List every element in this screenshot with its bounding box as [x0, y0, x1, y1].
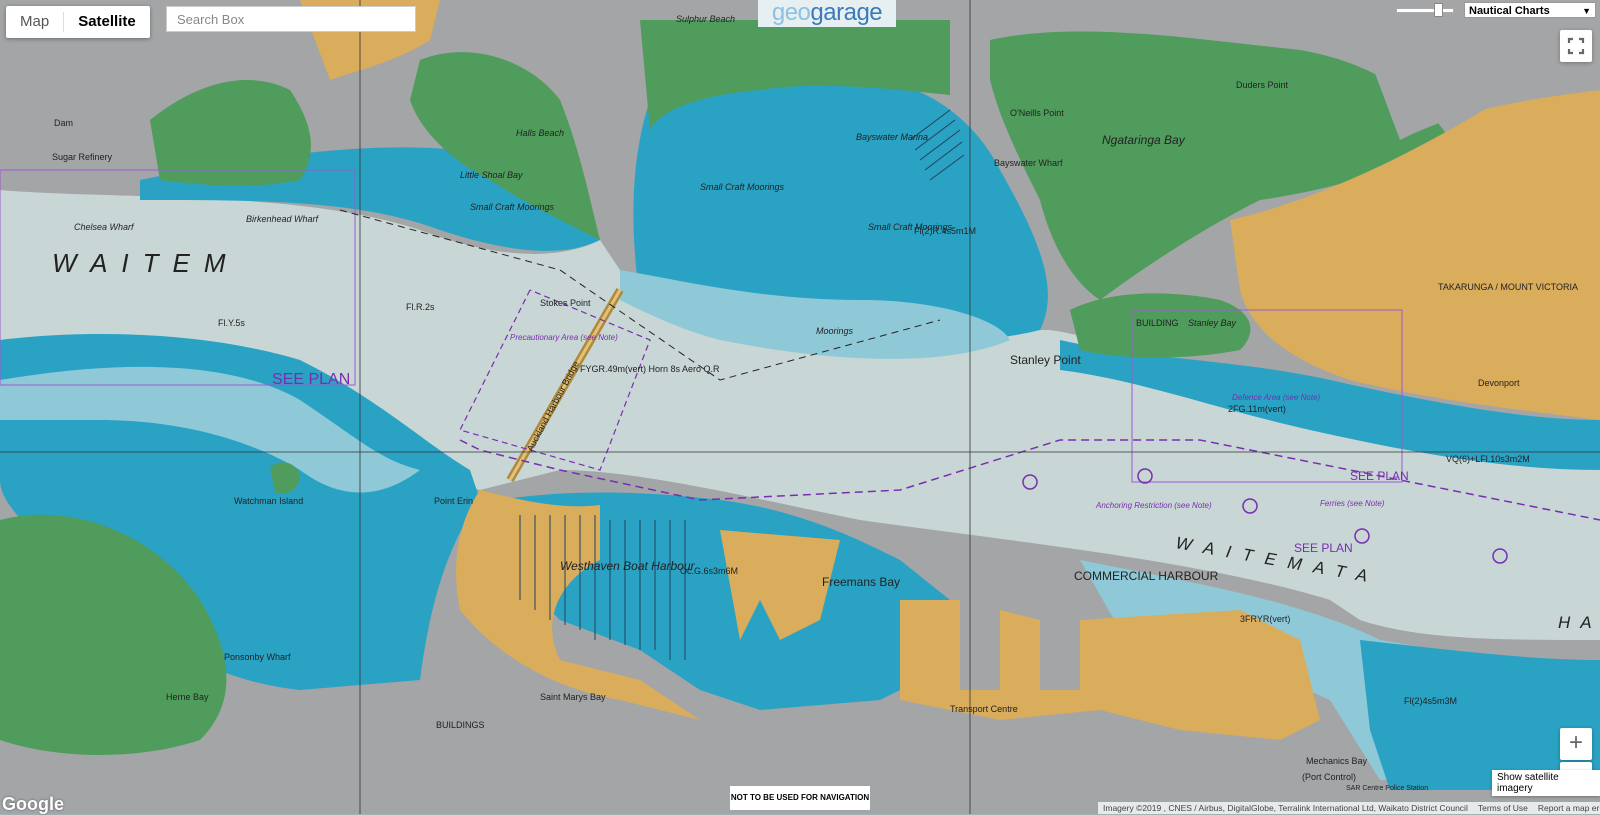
- terms-link[interactable]: Terms of Use: [1473, 803, 1533, 813]
- chart-layer-select[interactable]: Nautical Charts ▼: [1464, 2, 1596, 18]
- label-bayswater-wharf: Bayswater Wharf: [994, 158, 1063, 168]
- label-devonport: Devonport: [1478, 378, 1520, 388]
- label-light-2: Fl.R.2s: [406, 302, 435, 312]
- label-see-plan-1: SEE PLAN: [272, 371, 350, 388]
- nautical-chart-map[interactable]: WAITEM WAITEMATA HA COMMERCIAL HARBOUR S…: [0, 0, 1600, 814]
- geogarage-logo: geogarage: [758, 0, 896, 27]
- label-takarunga: TAKARUNGA / MOUNT VICTORIA: [1438, 282, 1578, 292]
- label-dam: Dam: [54, 118, 73, 128]
- fullscreen-button[interactable]: [1560, 30, 1592, 62]
- navigation-disclaimer: NOT TO BE USED FOR NAVIGATION: [730, 786, 870, 810]
- label-light-4: 2FG.11m(vert): [1228, 404, 1286, 414]
- report-error-link[interactable]: Report a map error: [1533, 803, 1600, 813]
- opacity-slider[interactable]: [1396, 3, 1454, 17]
- label-buildings: BUILDINGS: [436, 720, 485, 730]
- label-light-6: Fl(2)R.4s5m1M: [914, 226, 976, 236]
- label-ngataringa-bay: Ngataringa Bay: [1102, 133, 1186, 147]
- label-waitemata-west: WAITEM: [52, 248, 240, 278]
- map-type-map-button[interactable]: Map: [6, 6, 63, 38]
- label-light-8: 3FRYR(vert): [1240, 614, 1290, 624]
- chevron-down-icon: ▼: [1582, 6, 1591, 16]
- label-ferries-note: Ferries (see Note): [1320, 499, 1385, 508]
- google-logo: Google: [2, 794, 64, 814]
- label-small-craft-moorings-1: Small Craft Moorings: [700, 182, 785, 192]
- label-little-shoal-bay: Little Shoal Bay: [460, 170, 523, 180]
- label-commercial-harbour: COMMERCIAL HARBOUR: [1074, 569, 1219, 583]
- label-light-5: VQ(6)+LFl.10s3m2M: [1446, 454, 1530, 464]
- label-birkenhead-wharf: Birkenhead Wharf: [246, 214, 320, 224]
- label-sulphur-beach: Sulphur Beach: [676, 14, 735, 24]
- label-defence-area: Defence Area (see Note): [1232, 393, 1321, 402]
- label-transport-centre: Transport Centre: [950, 704, 1018, 714]
- fullscreen-icon: [1567, 37, 1585, 55]
- logo-prefix: geo: [771, 0, 811, 26]
- map-type-satellite-button[interactable]: Satellite: [64, 6, 150, 38]
- label-precautionary-area: Precautionary Area (see Note): [510, 333, 618, 342]
- label-light-7: Oc.G.6s3m6M: [680, 566, 738, 576]
- label-small-craft-moorings-3: Small Craft Moorings: [470, 202, 555, 212]
- label-ha: HA: [1558, 613, 1600, 632]
- map-type-control: Map Satellite: [6, 6, 150, 38]
- label-light-1: Fl.Y.5s: [218, 318, 245, 328]
- label-sugar-refinery: Sugar Refinery: [52, 152, 113, 162]
- label-herne-bay: Herne Bay: [166, 692, 209, 702]
- zoom-in-button[interactable]: +: [1560, 728, 1592, 760]
- label-westhaven: Westhaven Boat Harbour: [560, 559, 696, 573]
- label-duders-point: Duders Point: [1236, 80, 1289, 90]
- label-stanley-bay: Stanley Bay: [1188, 318, 1237, 328]
- label-light-9: Fl(2)4s5m3M: [1404, 696, 1457, 706]
- label-oneills-point: O'Neills Point: [1010, 108, 1064, 118]
- label-freemans-bay: Freemans Bay: [822, 575, 900, 589]
- label-light-3: FYGR.49m(vert) Horn 8s Aero Q.R: [580, 364, 720, 374]
- label-moorings: Moorings: [816, 326, 854, 336]
- label-building: BUILDING: [1136, 318, 1179, 328]
- label-halls-beach: Halls Beach: [516, 128, 564, 138]
- opacity-slider-track: [1396, 8, 1454, 13]
- label-point-erin: Point Erin: [434, 496, 473, 506]
- show-satellite-toggle[interactable]: Show satellite imagery: [1492, 770, 1600, 796]
- label-chelsea-wharf: Chelsea Wharf: [74, 222, 135, 232]
- label-anchoring-restriction: Anchoring Restriction (see Note): [1095, 501, 1212, 510]
- label-watchman-island: Watchman Island: [234, 496, 303, 506]
- label-see-plan-3: SEE PLAN: [1294, 541, 1353, 555]
- label-sar-centre: SAR Centre Police Station: [1346, 785, 1428, 792]
- label-ponsonby-wharf: Ponsonby Wharf: [224, 652, 291, 662]
- label-mechanics-bay: Mechanics Bay: [1306, 756, 1368, 766]
- chart-layer-value: Nautical Charts: [1469, 5, 1550, 17]
- attribution-text: Imagery ©2019 , CNES / Airbus, DigitalGl…: [1103, 803, 1468, 813]
- label-saint-marys-bay: Saint Marys Bay: [540, 692, 606, 702]
- search-input[interactable]: [166, 6, 416, 32]
- label-stanley-point: Stanley Point: [1010, 353, 1081, 367]
- label-see-plan-2: SEE PLAN: [1350, 469, 1409, 483]
- logo-suffix: garage: [810, 0, 883, 26]
- label-bayswater-marina: Bayswater Marina: [856, 132, 928, 142]
- opacity-slider-thumb[interactable]: [1434, 3, 1443, 17]
- label-port-control: (Port Control): [1302, 772, 1356, 782]
- label-stokes-point: Stokes Point: [540, 298, 591, 308]
- map-attribution-bar: Imagery ©2019 , CNES / Airbus, DigitalGl…: [1098, 802, 1600, 814]
